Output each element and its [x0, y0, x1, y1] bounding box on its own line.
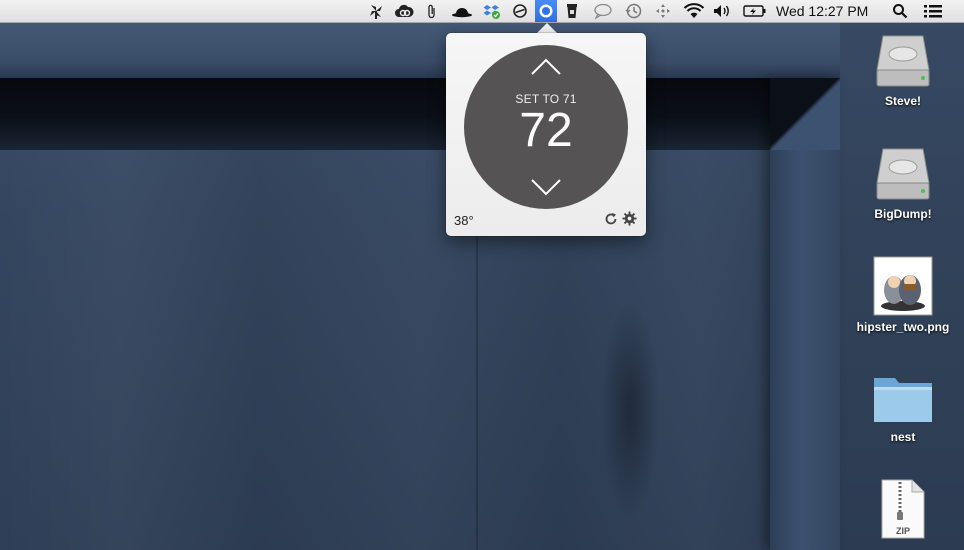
- time-machine-icon[interactable]: [623, 0, 645, 22]
- wallpaper-corner: [770, 78, 840, 150]
- pinwheel-icon[interactable]: [366, 0, 386, 22]
- gear-icon: [622, 211, 637, 226]
- volume-icon[interactable]: [712, 0, 732, 22]
- desktop-item-hipster-image[interactable]: hipster_two.png: [848, 256, 958, 334]
- creative-cloud-icon[interactable]: [393, 0, 415, 22]
- nest-thermostat-icon[interactable]: [535, 0, 557, 22]
- desktop-item-zip-archive[interactable]: ZIP: [848, 478, 958, 540]
- thermostat-dial[interactable]: SET TO 71 72: [464, 45, 628, 209]
- dropbox-icon[interactable]: [481, 0, 503, 22]
- zip-badge: ZIP: [896, 526, 910, 536]
- paperclip-icon[interactable]: [424, 0, 440, 22]
- notification-center-icon[interactable]: [920, 0, 946, 22]
- bowler-hat-icon[interactable]: [450, 0, 474, 22]
- popover-arrow: [537, 23, 557, 33]
- wallpaper-shadow: [0, 78, 800, 150]
- wallpaper-beam: [0, 22, 840, 78]
- chevron-up-icon: [531, 58, 561, 75]
- coffee-cup-icon[interactable]: [563, 0, 581, 22]
- hard-drive-icon: [876, 148, 930, 200]
- chevron-down-icon: [531, 179, 561, 196]
- desktop-item-label: Steve!: [884, 94, 922, 108]
- menu-bar: Wed 12:27 PM: [0, 0, 964, 23]
- increase-temp-button[interactable]: [530, 55, 562, 77]
- speech-bubble-icon[interactable]: [592, 0, 614, 22]
- battery-icon[interactable]: [742, 0, 768, 22]
- folder-icon: [874, 378, 932, 422]
- desktop-item-label: hipster_two.png: [856, 320, 950, 334]
- wifi-icon[interactable]: [682, 0, 706, 22]
- hard-drive-icon: [876, 35, 930, 87]
- zip-archive-icon: ZIP: [881, 479, 925, 539]
- wallpaper-stain: [600, 300, 660, 520]
- current-temperature: 72: [519, 104, 573, 157]
- desktop-item-bigdump-drive[interactable]: BigDump!: [848, 143, 958, 221]
- refresh-icon: [605, 213, 617, 225]
- settings-button[interactable]: [622, 211, 637, 226]
- desktop-item-nest-folder[interactable]: nest: [848, 370, 958, 444]
- outdoor-temperature: 38°: [454, 213, 474, 228]
- desktop-item-label: nest: [890, 430, 916, 444]
- menu-bar-clock[interactable]: Wed 12:27 PM: [776, 0, 868, 22]
- spotlight-search-icon[interactable]: [890, 0, 910, 22]
- image-thumbnail-icon: [873, 256, 933, 316]
- desktop-item-label: BigDump!: [874, 207, 932, 221]
- refresh-button[interactable]: [604, 212, 618, 226]
- desktop-item-steve-drive[interactable]: Steve!: [848, 30, 958, 108]
- move-arrows-icon[interactable]: [653, 0, 673, 22]
- decrease-temp-button[interactable]: [530, 177, 562, 199]
- thermostat-popover: SET TO 71 72 38°: [446, 33, 646, 236]
- circle-slash-icon[interactable]: [510, 0, 530, 22]
